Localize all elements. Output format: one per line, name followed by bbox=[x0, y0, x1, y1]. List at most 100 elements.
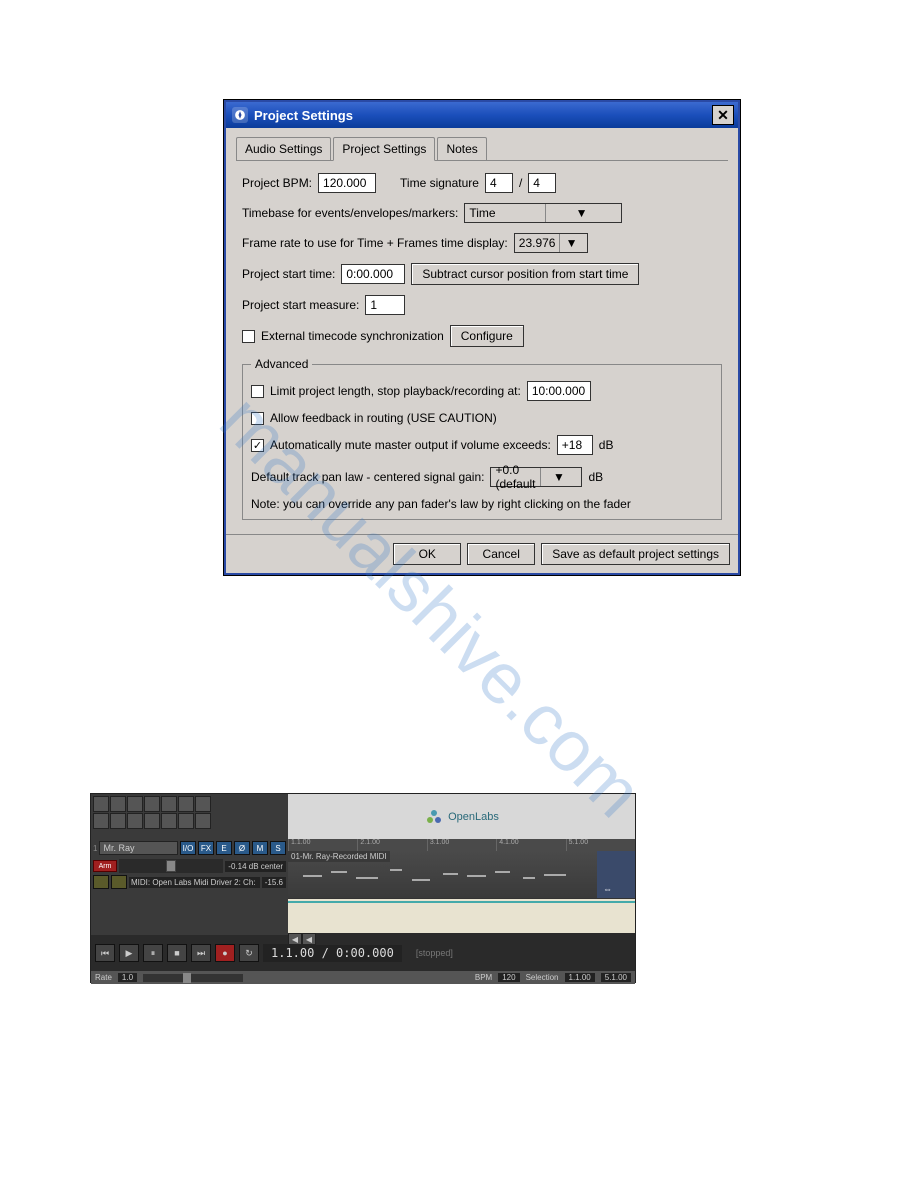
tool-redo-icon[interactable] bbox=[195, 796, 211, 812]
save-default-button[interactable]: Save as default project settings bbox=[541, 543, 730, 565]
loop-button[interactable]: ↻ bbox=[239, 944, 259, 962]
rate-slider[interactable] bbox=[143, 974, 243, 982]
scroll-track[interactable] bbox=[316, 933, 635, 945]
automute-checkbox[interactable] bbox=[251, 439, 264, 452]
tool-misc2-icon[interactable] bbox=[195, 813, 211, 829]
ext-timecode-checkbox[interactable] bbox=[242, 330, 255, 343]
tool-undo-icon[interactable] bbox=[178, 796, 194, 812]
limit-length-input[interactable] bbox=[527, 381, 591, 401]
env-button[interactable]: E bbox=[216, 841, 232, 855]
rewind-button[interactable]: ⏮ bbox=[95, 944, 115, 962]
midi-notes bbox=[288, 865, 597, 896]
logo: OpenLabs bbox=[424, 807, 499, 827]
daw-top: OpenLabs bbox=[91, 794, 635, 839]
tab-notes[interactable]: Notes bbox=[437, 137, 486, 161]
rate-label: Rate bbox=[95, 973, 112, 982]
close-button[interactable]: ✕ bbox=[712, 105, 734, 125]
track-name[interactable]: Mr. Ray bbox=[99, 841, 178, 855]
tab-audio-settings[interactable]: Audio Settings bbox=[236, 137, 331, 161]
slider-thumb[interactable] bbox=[183, 973, 191, 983]
tool-ripple-icon[interactable] bbox=[144, 813, 160, 829]
panlaw-value: +0.0 (default bbox=[495, 463, 539, 491]
bpm-input[interactable] bbox=[318, 173, 376, 193]
bpm-value[interactable]: 120 bbox=[498, 973, 519, 982]
cancel-button[interactable]: Cancel bbox=[467, 543, 535, 565]
dialog-footer: OK Cancel Save as default project settin… bbox=[226, 534, 738, 573]
panlaw-note: Note: you can override any pan fader's l… bbox=[251, 497, 713, 511]
tsig-num-input[interactable] bbox=[485, 173, 513, 193]
feedback-checkbox[interactable] bbox=[251, 412, 264, 425]
clip-label: 01-Mr. Ray-Recorded MIDI bbox=[288, 851, 390, 862]
panlaw-select[interactable]: +0.0 (default ▼ bbox=[490, 467, 582, 487]
start-measure-input[interactable] bbox=[365, 295, 405, 315]
subtract-cursor-button[interactable]: Subtract cursor position from start time bbox=[411, 263, 639, 285]
rate-value[interactable]: 1.0 bbox=[118, 973, 137, 982]
framerate-value: 23.976 bbox=[519, 236, 560, 250]
db-label: dB bbox=[588, 470, 603, 484]
arm-button[interactable]: Arm bbox=[93, 860, 117, 872]
start-time-label: Project start time: bbox=[242, 267, 335, 281]
midi-in-icon[interactable] bbox=[93, 875, 109, 889]
db-label: dB bbox=[599, 438, 614, 452]
h-scrollbar[interactable]: ◀ ◀ bbox=[288, 933, 635, 945]
tsig-den-input[interactable] bbox=[528, 173, 556, 193]
loop-handle-icon[interactable]: ⇔ bbox=[603, 884, 612, 894]
stop-button[interactable]: ■ bbox=[167, 944, 187, 962]
phase-button[interactable]: Ø bbox=[234, 841, 250, 855]
ext-timecode-label: External timecode synchronization bbox=[261, 329, 444, 343]
sel-end[interactable]: 5.1.00 bbox=[601, 973, 631, 982]
scroll-left-icon[interactable]: ◀ bbox=[288, 933, 302, 945]
start-time-input[interactable] bbox=[341, 264, 405, 284]
track-header: 1 Mr. Ray I/O FX E Ø M S Arm -0.14 dB ce… bbox=[91, 839, 288, 935]
midi-out-icon[interactable] bbox=[111, 875, 127, 889]
tool-open-icon[interactable] bbox=[110, 796, 126, 812]
configure-button[interactable]: Configure bbox=[450, 325, 524, 347]
close-icon: ✕ bbox=[717, 107, 729, 124]
clip-lane[interactable]: 01-Mr. Ray-Recorded MIDI ⇔ bbox=[288, 851, 635, 899]
tool-misc-icon[interactable] bbox=[178, 813, 194, 829]
automute-label: Automatically mute master output if volu… bbox=[270, 438, 551, 452]
framerate-select[interactable]: 23.976 ▼ bbox=[514, 233, 588, 253]
panlaw-label: Default track pan law - centered signal … bbox=[251, 470, 484, 484]
daw-window: OpenLabs 1 Mr. Ray I/O FX E Ø M S Arm -0… bbox=[90, 793, 636, 983]
tool-grid-icon[interactable] bbox=[110, 813, 126, 829]
advanced-legend: Advanced bbox=[251, 357, 312, 371]
automation-line[interactable] bbox=[288, 901, 635, 903]
slider-thumb[interactable] bbox=[166, 860, 176, 872]
scroll-left2-icon[interactable]: ◀ bbox=[302, 933, 316, 945]
tool-lock-icon[interactable] bbox=[161, 813, 177, 829]
ruler-mark: 1.1.00 bbox=[288, 839, 357, 851]
timebase-select[interactable]: Time ▼ bbox=[464, 203, 622, 223]
bpm-label: Project BPM: bbox=[242, 176, 312, 190]
sel-start[interactable]: 1.1.00 bbox=[565, 973, 595, 982]
limit-length-checkbox[interactable] bbox=[251, 385, 264, 398]
advanced-group: Advanced Limit project length, stop play… bbox=[242, 357, 722, 520]
io-button[interactable]: I/O bbox=[180, 841, 196, 855]
mute-button[interactable]: M bbox=[252, 841, 268, 855]
tool-new-icon[interactable] bbox=[93, 796, 109, 812]
app-icon bbox=[232, 107, 248, 123]
tool-settings-icon[interactable] bbox=[161, 796, 177, 812]
ok-button[interactable]: OK bbox=[393, 543, 461, 565]
tool-save-icon[interactable] bbox=[127, 796, 143, 812]
fx-button[interactable]: FX bbox=[198, 841, 214, 855]
timeline-ruler[interactable]: 1.1.00 2.1.00 3.1.00 4.1.00 5.1.00 bbox=[288, 839, 635, 851]
framerate-label: Frame rate to use for Time + Frames time… bbox=[242, 236, 508, 250]
automute-input[interactable] bbox=[557, 435, 593, 455]
ruler-mark: 3.1.00 bbox=[427, 839, 496, 851]
tab-project-settings[interactable]: Project Settings bbox=[333, 137, 435, 161]
play-button[interactable]: ▶ bbox=[119, 944, 139, 962]
tool-pick-icon[interactable] bbox=[144, 796, 160, 812]
solo-button[interactable]: S bbox=[270, 841, 286, 855]
tool-snap-icon[interactable] bbox=[127, 813, 143, 829]
vol-slider[interactable] bbox=[119, 859, 223, 873]
record-button[interactable]: ● bbox=[215, 944, 235, 962]
midi-source[interactable]: MIDI: Open Labs Midi Driver 2: Ch: bbox=[129, 877, 260, 888]
ffwd-button[interactable]: ⏭ bbox=[191, 944, 211, 962]
midi-clip[interactable]: 01-Mr. Ray-Recorded MIDI bbox=[288, 851, 597, 898]
pause-button[interactable]: ⏸ bbox=[143, 944, 163, 962]
tool-envelope-icon[interactable] bbox=[93, 813, 109, 829]
arrange-view[interactable]: 1.1.00 2.1.00 3.1.00 4.1.00 5.1.00 01-Mr… bbox=[288, 839, 635, 935]
automation-lane[interactable] bbox=[288, 899, 635, 933]
start-measure-label: Project start measure: bbox=[242, 298, 359, 312]
